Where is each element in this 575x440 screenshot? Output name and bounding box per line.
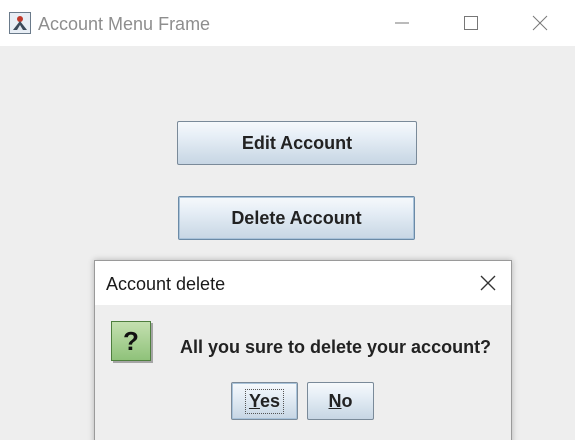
minimize-icon xyxy=(395,22,409,24)
close-icon xyxy=(532,15,548,31)
minimize-button[interactable] xyxy=(367,0,437,46)
java-app-icon xyxy=(9,12,31,34)
maximize-button[interactable] xyxy=(436,0,506,46)
dialog-close-button[interactable] xyxy=(465,261,511,305)
yes-button[interactable]: Yes xyxy=(231,382,298,420)
edit-account-button[interactable]: Edit Account xyxy=(177,121,417,165)
no-mnemonic: N xyxy=(328,390,342,411)
dialog-message: All you sure to delete your account? xyxy=(180,337,492,357)
delete-account-button[interactable]: Delete Account xyxy=(178,196,415,240)
window-titlebar[interactable]: Account Menu Frame xyxy=(0,0,575,46)
dialog-title: Account delete xyxy=(106,274,226,294)
window-title: Account Menu Frame xyxy=(38,14,211,34)
yes-label-rest: es xyxy=(259,390,281,411)
no-button-label: No xyxy=(329,391,353,412)
yes-mnemonic: Y xyxy=(248,390,260,411)
confirm-dialog: Account delete ? All you sure to delete … xyxy=(94,260,512,440)
maximize-icon xyxy=(464,16,478,30)
dialog-titlebar[interactable]: Account delete xyxy=(95,261,511,305)
close-button[interactable] xyxy=(505,0,575,46)
no-label-rest: o xyxy=(341,390,353,411)
close-icon xyxy=(480,275,496,291)
question-icon: ? xyxy=(111,321,151,361)
yes-button-label: Yes xyxy=(244,388,285,414)
no-button[interactable]: No xyxy=(307,382,374,420)
